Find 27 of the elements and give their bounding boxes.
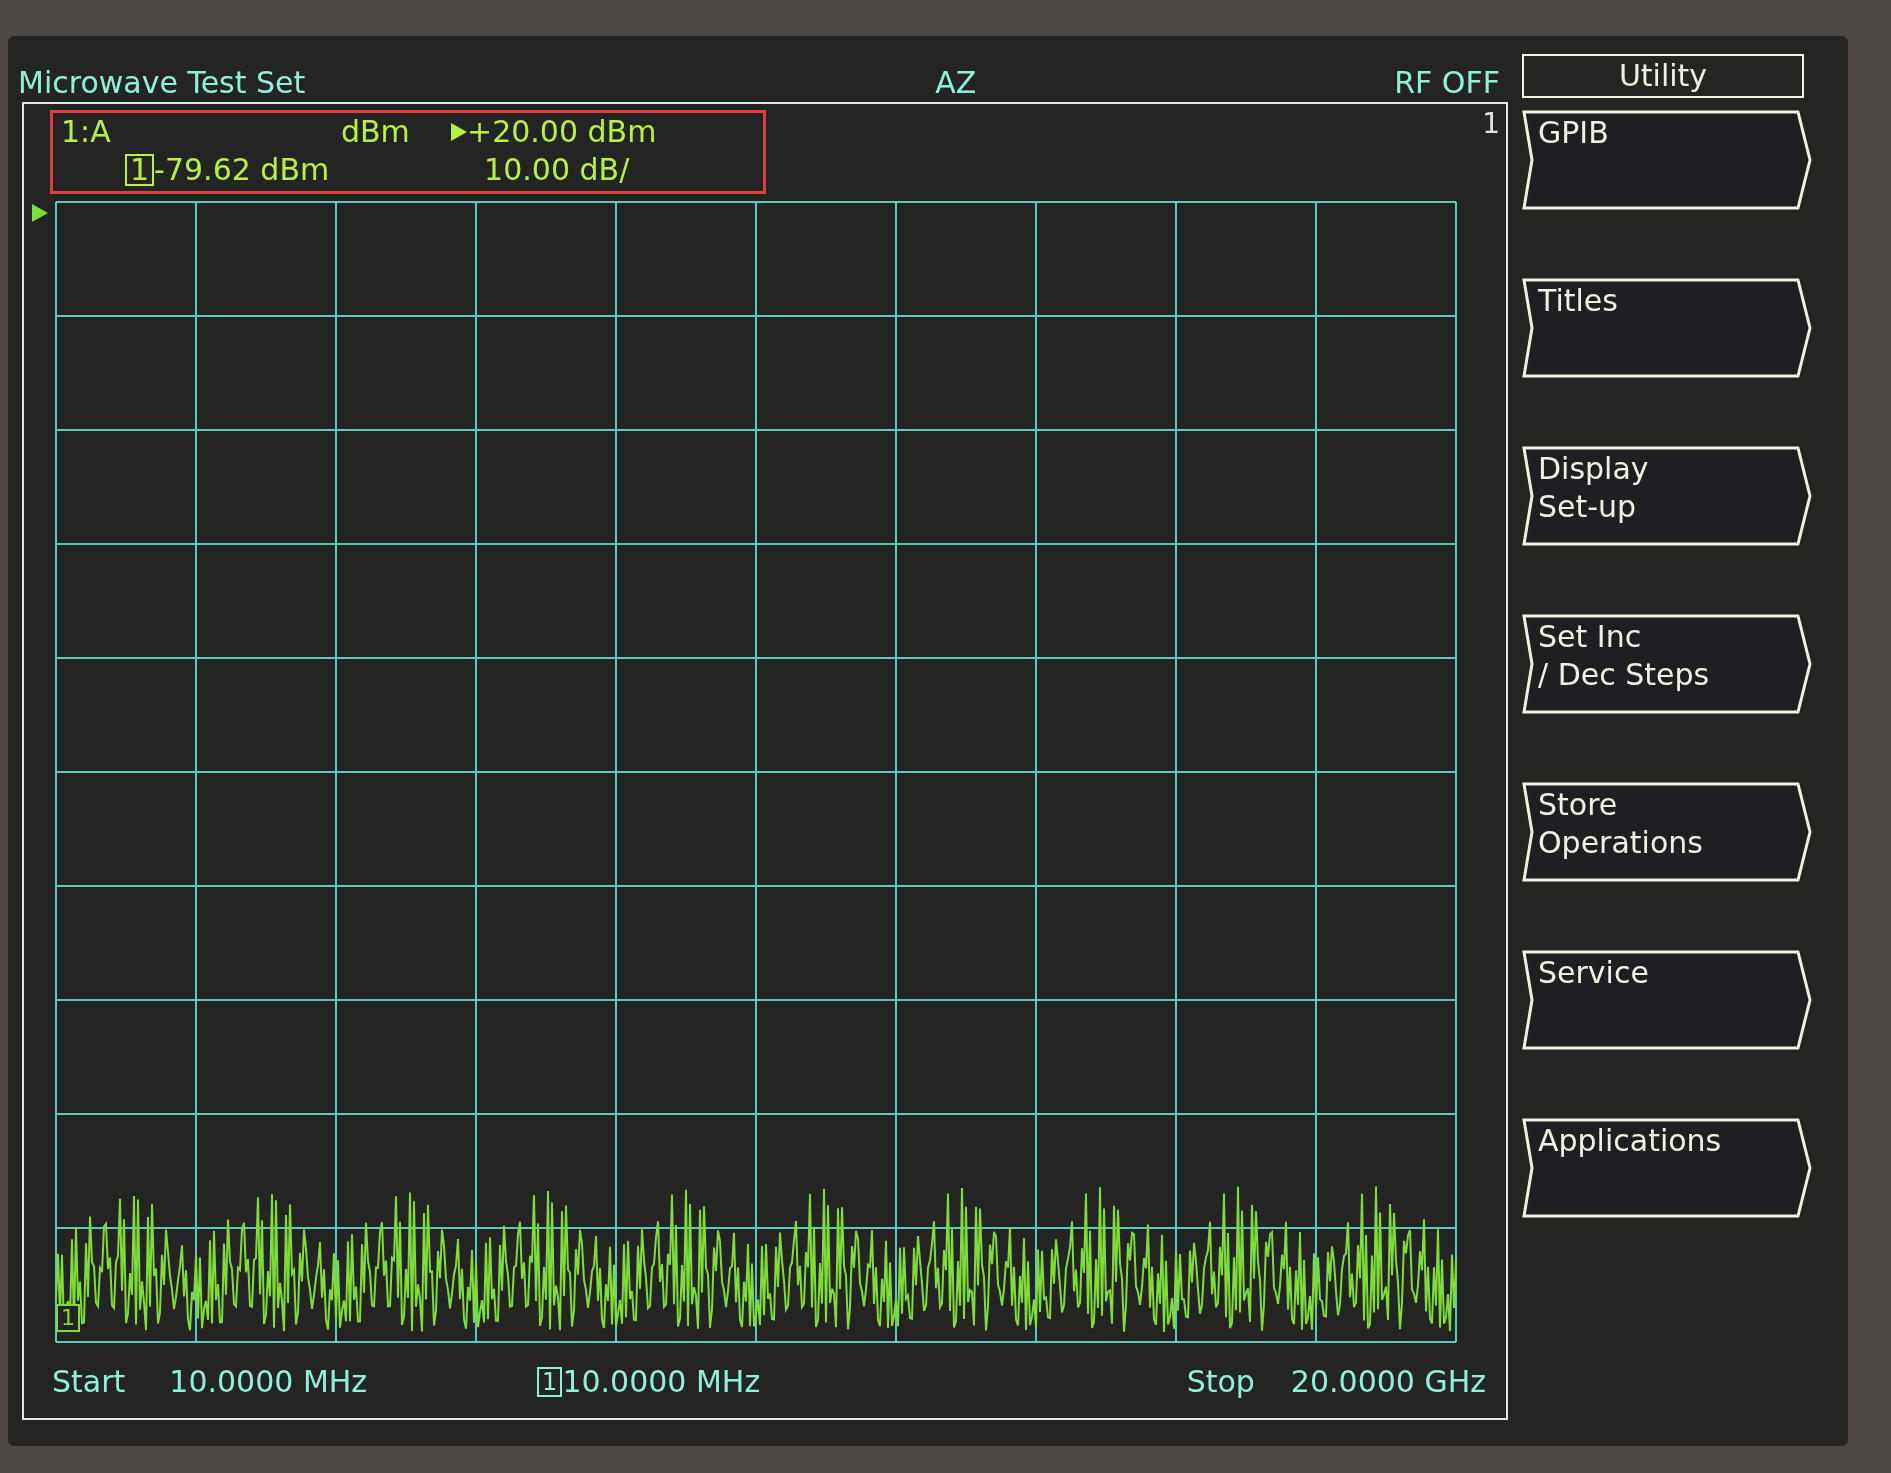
softkey[interactable]: Service: [1522, 950, 1812, 1050]
softkey[interactable]: Display Set-up: [1522, 446, 1812, 546]
trace-marker: 1: [56, 1304, 80, 1332]
rf-status: RF OFF: [1394, 68, 1500, 98]
format-label: dBm: [341, 113, 411, 151]
reference-position-icon: [32, 204, 48, 222]
channel-label: 1:A: [61, 113, 112, 151]
softkey[interactable]: Store Operations: [1522, 782, 1812, 882]
reference-level: +20.00 dBm: [467, 113, 657, 151]
menu-title: Utility: [1522, 54, 1804, 98]
marker-number: 1: [537, 1367, 563, 1397]
softkey[interactable]: Applications: [1522, 1118, 1812, 1218]
scale-label: 10.00 dB/: [484, 151, 630, 189]
marker-readout: -79.62 dBm: [154, 151, 331, 189]
marker-number: 1: [125, 154, 155, 186]
softkey[interactable]: GPIB: [1522, 110, 1812, 210]
stop-frequency: 20.0000 GHz: [1290, 1367, 1486, 1397]
start-label: Start: [52, 1367, 126, 1397]
softkey[interactable]: Titles: [1522, 278, 1812, 378]
stop-label: Stop: [1186, 1367, 1255, 1397]
channel-number: 1: [1482, 110, 1500, 138]
marker-frequency: 10.0000 MHz: [562, 1367, 761, 1397]
start-frequency: 10.0000 MHz: [169, 1367, 368, 1397]
softkey[interactable]: Set Inc / Dec Steps: [1522, 614, 1812, 714]
reference-arrow-icon: [451, 123, 467, 141]
instrument-title: Microwave Test Set: [18, 68, 306, 98]
auto-zero-indicator: AZ: [935, 68, 977, 98]
